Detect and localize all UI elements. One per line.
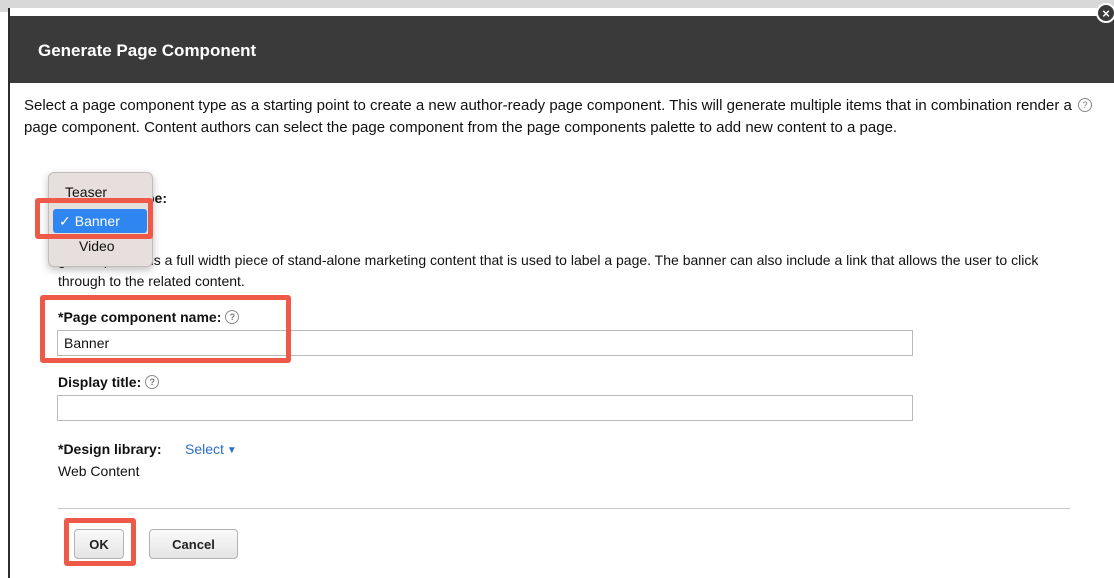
display-title-label-text: Display title:: [58, 374, 142, 390]
dialog-title: Generate Page Component: [38, 41, 257, 60]
design-library-value: Web Content: [58, 463, 140, 479]
display-title-input[interactable]: [57, 395, 913, 421]
help-icon[interactable]: ?: [1078, 98, 1092, 112]
design-library-select-label: Select: [185, 441, 224, 457]
highlight-box: [40, 295, 291, 363]
generate-page-component-dialog: Generate Page Component: [8, 8, 1114, 578]
dialog-description: Select a page component type as a starti…: [24, 97, 1072, 136]
highlight-box: [64, 518, 136, 566]
highlight-box: [35, 198, 153, 239]
design-library-select-link[interactable]: Select ▼: [185, 441, 237, 457]
design-library-label: *Design library:: [58, 441, 162, 457]
cancel-button[interactable]: Cancel: [149, 529, 238, 559]
dialog-titlebar: Generate Page Component: [10, 16, 1114, 83]
divider: [58, 508, 1070, 509]
type-description: ge component is a full width piece of st…: [58, 252, 1039, 289]
close-icon[interactable]: ×: [1096, 3, 1114, 23]
display-title-label: Display title:?: [58, 374, 160, 390]
type-option-video[interactable]: Video: [79, 238, 115, 254]
caret-down-icon: ▼: [226, 445, 237, 456]
help-icon[interactable]: ?: [145, 375, 160, 389]
